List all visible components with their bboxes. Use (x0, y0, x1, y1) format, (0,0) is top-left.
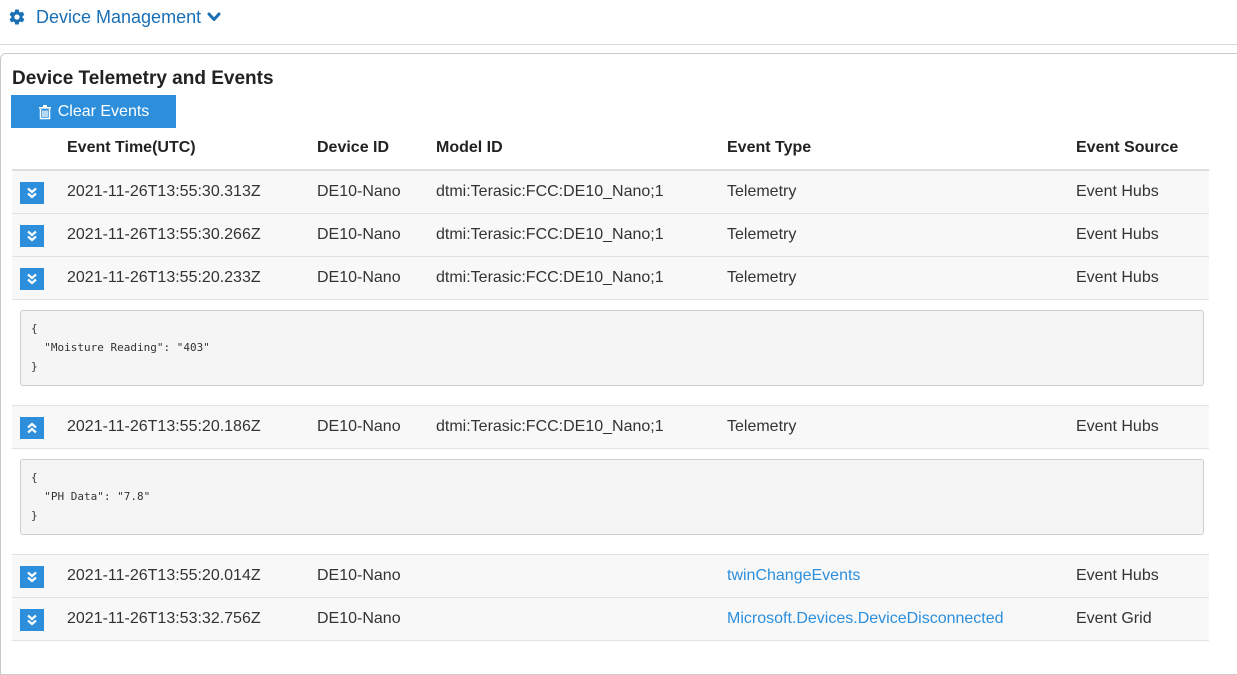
table-row: 2021-11-26T13:53:32.756Z DE10-Nano Micro… (12, 598, 1209, 641)
expand-row-button[interactable] (20, 182, 44, 204)
event-source: Event Hubs (1076, 567, 1159, 584)
event-source: Event Hubs (1076, 183, 1159, 200)
table-row: 2021-11-26T13:55:30.313Z DE10-Nano dtmi:… (12, 171, 1209, 214)
double-chevron-down-icon (27, 571, 37, 583)
double-chevron-down-icon (27, 187, 37, 199)
event-type-link[interactable]: Microsoft.Devices.DeviceDisconnected (727, 610, 1004, 628)
event-type: Telemetry (727, 183, 797, 200)
device-id: DE10-Nano (317, 567, 401, 584)
clear-events-label: Clear Events (57, 102, 150, 120)
panel-title: Device Telemetry and Events (12, 68, 274, 89)
expand-row-button[interactable] (20, 566, 44, 588)
col-device-id: Device ID (317, 139, 390, 156)
double-chevron-down-icon (27, 614, 37, 626)
col-event-time: Event Time(UTC) (67, 139, 196, 156)
double-chevron-down-icon (27, 273, 37, 285)
model-id: dtmi:Terasic:FCC:DE10_Nano;1 (436, 269, 664, 286)
device-id: DE10-Nano (317, 226, 401, 243)
event-source: Event Hubs (1076, 226, 1159, 243)
gear-icon (9, 9, 25, 25)
col-model-id: Model ID (436, 139, 503, 156)
device-id: DE10-Nano (317, 269, 401, 286)
event-type-link[interactable]: twinChangeEvents (727, 567, 860, 585)
event-time: 2021-11-26T13:55:20.186Z (67, 418, 261, 435)
event-source: Event Hubs (1076, 269, 1159, 286)
event-payload: { "PH Data": "7.8" } (20, 459, 1204, 535)
event-payload: { "Moisture Reading": "403" } (20, 310, 1204, 386)
event-time: 2021-11-26T13:55:30.313Z (67, 183, 261, 200)
table-row: 2021-11-26T13:55:20.186Z DE10-Nano dtmi:… (12, 406, 1209, 449)
event-time: 2021-11-26T13:55:20.233Z (67, 269, 261, 286)
event-time: 2021-11-26T13:55:30.266Z (67, 226, 261, 243)
event-type: Telemetry (727, 226, 797, 243)
device-id: DE10-Nano (317, 418, 401, 435)
device-id: DE10-Nano (317, 183, 401, 200)
top-bar: Device Management (0, 0, 1237, 45)
event-time: 2021-11-26T13:53:32.756Z (67, 610, 261, 627)
expand-row-button[interactable] (20, 268, 44, 290)
col-event-source: Event Source (1076, 139, 1179, 156)
event-source: Event Grid (1076, 610, 1152, 627)
trash-icon (38, 104, 51, 119)
table-header: Event Time(UTC) Device ID Model ID Event… (12, 127, 1209, 171)
expand-row-button[interactable] (20, 609, 44, 631)
double-chevron-down-icon (27, 230, 37, 242)
col-event-type: Event Type (727, 139, 812, 156)
event-detail: { "Moisture Reading": "403" } (12, 300, 1209, 406)
telemetry-panel: Device Telemetry and Events Clear Events… (0, 53, 1237, 675)
clear-events-button[interactable]: Clear Events (11, 95, 176, 128)
event-source: Event Hubs (1076, 418, 1159, 435)
device-id: DE10-Nano (317, 610, 401, 627)
expand-row-button[interactable] (20, 225, 44, 247)
model-id: dtmi:Terasic:FCC:DE10_Nano;1 (436, 226, 664, 243)
collapse-row-button[interactable] (20, 417, 44, 439)
table-row: 2021-11-26T13:55:30.266Z DE10-Nano dtmi:… (12, 214, 1209, 257)
device-management-menu[interactable]: Device Management (8, 6, 221, 28)
double-chevron-up-icon (27, 422, 37, 434)
chevron-down-icon (207, 12, 221, 21)
event-detail: { "PH Data": "7.8" } (12, 449, 1209, 555)
event-time: 2021-11-26T13:55:20.014Z (67, 567, 261, 584)
table-row: 2021-11-26T13:55:20.014Z DE10-Nano twinC… (12, 555, 1209, 598)
model-id: dtmi:Terasic:FCC:DE10_Nano;1 (436, 418, 664, 435)
table-row: 2021-11-26T13:55:20.233Z DE10-Nano dtmi:… (12, 257, 1209, 300)
device-management-title[interactable]: Device Management (36, 7, 201, 28)
events-table: Event Time(UTC) Device ID Model ID Event… (12, 127, 1209, 641)
event-type: Telemetry (727, 269, 797, 286)
model-id: dtmi:Terasic:FCC:DE10_Nano;1 (436, 183, 664, 200)
event-type: Telemetry (727, 418, 797, 435)
